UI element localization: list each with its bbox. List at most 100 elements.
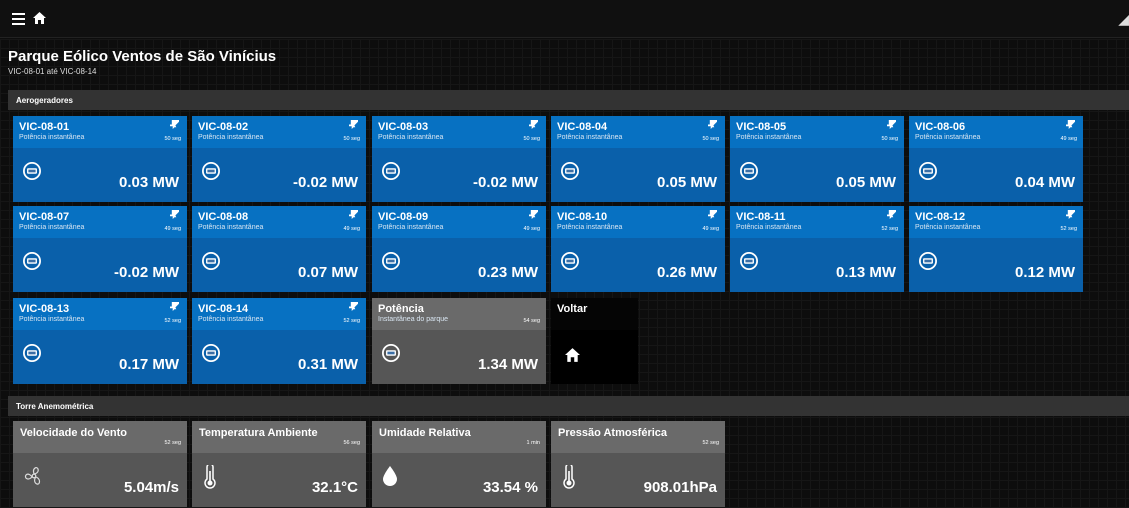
power-meter-icon [919, 162, 937, 180]
tile-description: Potência instantânea [198, 224, 264, 231]
power-meter-icon [740, 252, 758, 270]
page-subtitle: VIC-08-01 até VIC-08-14 [8, 67, 97, 76]
turbine-tile-vic-08-11[interactable]: VIC-08-11 Potência instantânea 52 seg 0.13 … [730, 206, 904, 292]
tile-update-age: 52 seg [343, 318, 360, 324]
tile-title: Potência [378, 303, 424, 315]
turbine-tile-vic-08-12[interactable]: VIC-08-12 Potência instantânea 52 seg 0.12 … [909, 206, 1083, 292]
tile-value: 0.13 MW [835, 264, 896, 281]
tile-update-age: 56 seg [343, 440, 360, 446]
pin-icon[interactable] [887, 120, 896, 129]
tile-description: Potência instantânea [19, 224, 85, 231]
pin-icon[interactable] [1066, 210, 1075, 219]
tile-title: Velocidade do Vento [20, 427, 127, 439]
turbine-tile-vic-08-07[interactable]: VIC-08-07 Potência instantânea 49 seg -0.02… [13, 206, 187, 292]
power-meter-icon [382, 162, 400, 180]
turbine-tile-vic-08-04[interactable]: VIC-08-04 Potência instantânea 50 seg 0.05 … [551, 116, 725, 202]
page-title: Parque Eólico Ventos de São Vinícius [8, 48, 277, 65]
turbine-tile-vic-08-02[interactable]: VIC-08-02 Potência instantânea 50 seg -0.02… [192, 116, 366, 202]
tile-header: Potência Instantânea do parque 54 seg [372, 298, 546, 330]
tower-tile-1[interactable]: Temperatura Ambiente 56 seg 32.1°C [192, 421, 366, 507]
turbine-tile-vic-08-13[interactable]: VIC-08-13 Potência instantânea 52 seg 0.17 … [13, 298, 187, 384]
tile-value: 0.05 MW [835, 174, 896, 191]
tile-title: VIC-08-08 [198, 211, 249, 223]
tile-header: VIC-08-12 Potência instantânea 52 seg [909, 206, 1083, 238]
pin-icon[interactable] [1066, 120, 1075, 129]
tile-description: Potência instantânea [915, 224, 981, 231]
park-power-tile[interactable]: Potência Instantânea do parque 54 seg 1.34 … [372, 298, 546, 384]
tile-header: VIC-08-09 Potência instantânea 49 seg [372, 206, 546, 238]
tile-title: VIC-08-10 [557, 211, 608, 223]
power-meter-icon [23, 162, 41, 180]
power-meter-icon [202, 344, 220, 362]
pin-icon[interactable] [349, 120, 358, 129]
pin-icon[interactable] [529, 120, 538, 129]
power-meter-icon [382, 344, 400, 362]
tower-tile-3[interactable]: Pressão Atmosférica 52 seg 908.01hPa [551, 421, 725, 507]
tile-description: Potência instantânea [736, 134, 802, 141]
tile-update-age: 50 seg [164, 136, 181, 142]
fan-icon [23, 465, 45, 492]
turbine-tile-vic-08-14[interactable]: VIC-08-14 Potência instantânea 52 seg 0.31 … [192, 298, 366, 384]
tile-description: Potência instantânea [378, 134, 444, 141]
tile-header: VIC-08-11 Potência instantânea 52 seg [730, 206, 904, 238]
tile-header: VIC-08-01 Potência instantânea 50 seg [13, 116, 187, 148]
pin-icon[interactable] [708, 210, 717, 219]
tile-header: VIC-08-14 Potência instantânea 52 seg [192, 298, 366, 330]
pin-icon[interactable] [170, 210, 179, 219]
tile-body: 908.01hPa [551, 453, 725, 507]
turbine-tile-vic-08-06[interactable]: VIC-08-06 Potência instantânea 49 seg 0.04 … [909, 116, 1083, 202]
tile-title: Pressão Atmosférica [558, 427, 668, 439]
tile-body: 0.05 MW [730, 148, 904, 202]
tile-title: VIC-08-02 [198, 121, 249, 133]
user-icon[interactable]: ◢ [1118, 11, 1129, 28]
turbine-tile-vic-08-09[interactable]: VIC-08-09 Potência instantânea 49 seg 0.23 … [372, 206, 546, 292]
tile-header: VIC-08-02 Potência instantânea 50 seg [192, 116, 366, 148]
tile-title: VIC-08-05 [736, 121, 787, 133]
turbine-tile-vic-08-08[interactable]: VIC-08-08 Potência instantânea 49 seg 0.07 … [192, 206, 366, 292]
tile-value: 0.07 MW [297, 264, 358, 281]
tile-body: -0.02 MW [192, 148, 366, 202]
tile-header: VIC-08-06 Potência instantânea 49 seg [909, 116, 1083, 148]
tile-update-age: 49 seg [523, 226, 540, 232]
pin-icon[interactable] [170, 120, 179, 129]
tile-body: 0.31 MW [192, 330, 366, 384]
tile-value: 32.1°C [311, 479, 358, 496]
water-drop-icon [382, 465, 398, 492]
pin-icon[interactable] [349, 302, 358, 311]
tile-update-age: 49 seg [343, 226, 360, 232]
power-meter-icon [202, 162, 220, 180]
tower-tile-2[interactable]: Umidade Relativa 1 min 33.54 % [372, 421, 546, 507]
pin-icon[interactable] [887, 210, 896, 219]
pin-icon[interactable] [170, 302, 179, 311]
tile-update-age: 50 seg [343, 136, 360, 142]
tile-update-age: 52 seg [881, 226, 898, 232]
tile-value: 0.26 MW [656, 264, 717, 281]
tile-title: VIC-08-11 [736, 211, 786, 223]
tile-header: VIC-08-08 Potência instantânea 49 seg [192, 206, 366, 238]
power-meter-icon [23, 252, 41, 270]
tile-update-age: 50 seg [881, 136, 898, 142]
home-icon[interactable] [33, 12, 46, 24]
tile-body [551, 330, 638, 384]
turbine-tile-vic-08-01[interactable]: VIC-08-01 Potência instantânea 50 seg 0.03 … [13, 116, 187, 202]
menu-icon[interactable] [12, 13, 25, 25]
pin-icon[interactable] [529, 210, 538, 219]
tile-body: -0.02 MW [13, 238, 187, 292]
tile-value: 0.03 MW [118, 174, 179, 191]
tile-body: 0.05 MW [551, 148, 725, 202]
turbine-tile-vic-08-05[interactable]: VIC-08-05 Potência instantânea 50 seg 0.05 … [730, 116, 904, 202]
tile-header: Voltar [551, 298, 638, 330]
power-meter-icon [740, 162, 758, 180]
tile-update-age: 49 seg [164, 226, 181, 232]
turbine-tile-vic-08-03[interactable]: VIC-08-03 Potência instantânea 50 seg -0.02… [372, 116, 546, 202]
pin-icon[interactable] [349, 210, 358, 219]
tile-header: VIC-08-13 Potência instantânea 52 seg [13, 298, 187, 330]
tower-tile-0[interactable]: Velocidade do Vento 52 seg 5.04m/s [13, 421, 187, 507]
tile-value: -0.02 MW [113, 264, 179, 281]
tile-update-age: 52 seg [164, 318, 181, 324]
back-tile[interactable]: Voltar [551, 298, 638, 384]
pin-icon[interactable] [708, 120, 717, 129]
tile-value: 5.04m/s [123, 479, 179, 496]
turbine-tile-vic-08-10[interactable]: VIC-08-10 Potência instantânea 49 seg 0.26 … [551, 206, 725, 292]
tile-value: -0.02 MW [292, 174, 358, 191]
